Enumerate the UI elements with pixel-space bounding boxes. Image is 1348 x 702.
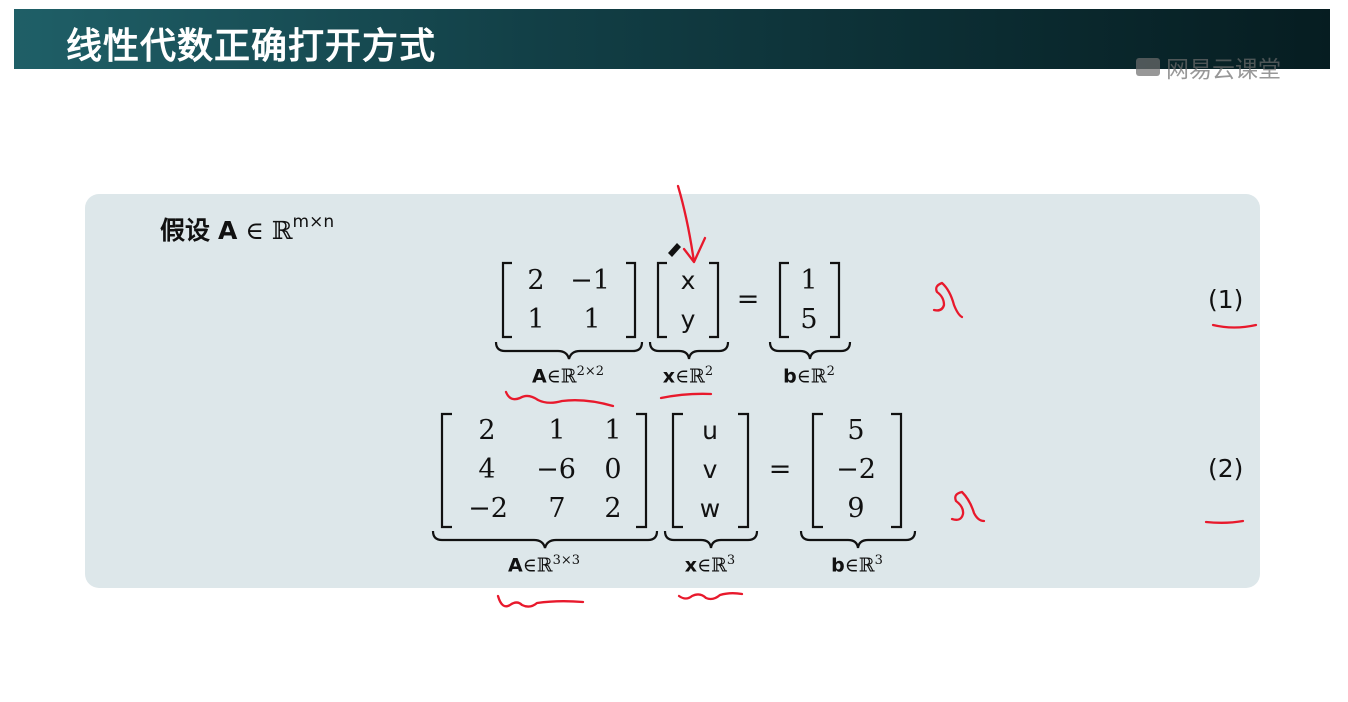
eq2-x-r1: u <box>702 416 718 445</box>
eq2-b-r1: 5 <box>847 415 865 446</box>
watermark-logo-icon <box>1136 58 1160 76</box>
page-title: 线性代数正确打开方式 <box>66 26 437 67</box>
eq2-A-r3c1: −2 <box>468 493 508 524</box>
eq2-A-r1c1: 2 <box>478 415 496 446</box>
eq1-number: (1) <box>1208 285 1244 314</box>
eq1-equals: = <box>736 284 760 315</box>
annotation-squiggle-eq2-x <box>677 592 744 601</box>
eq1-b-label: b∈ℝ2 <box>783 364 835 388</box>
eq1-x-label: x∈ℝ2 <box>662 364 714 388</box>
eq1-x-r1: x <box>680 266 696 295</box>
watermark-text: 网易云课堂 <box>1166 57 1281 80</box>
eq2-A-r1c3: 1 <box>604 415 622 446</box>
assume-label: 假设 <box>160 216 211 245</box>
eq1-b-r1: 1 <box>800 265 818 296</box>
eq2-A-r2c1: 4 <box>478 454 496 485</box>
eq2-equals: = <box>768 454 792 485</box>
eq2-x-r3: w <box>699 494 721 523</box>
assume-exponent: m×n <box>292 212 335 232</box>
eq1-A-r2c2: 1 <box>583 304 601 335</box>
eq1-x-r2: y <box>680 305 696 334</box>
annotation-squiggle-eq2-A <box>496 594 585 608</box>
eq1-A-r1c2: −1 <box>570 265 610 296</box>
assume-relation: ∈ ℝ <box>245 216 293 245</box>
assume-symbol: A <box>217 216 238 245</box>
eq2-A-r2c2: −6 <box>536 454 576 485</box>
eq2-A-r3c3: 2 <box>604 493 622 524</box>
eq1-A-label: A∈ℝ2×2 <box>531 364 605 388</box>
eq2-x-label: x∈ℝ3 <box>684 553 736 577</box>
title-bar: 线性代数正确打开方式 <box>14 9 1330 69</box>
eq2-A-label: A∈ℝ3×3 <box>507 553 581 577</box>
watermark: 网易云课堂 <box>1136 56 1281 80</box>
assumption-line: 假设 A ∈ ℝm×n <box>160 211 334 247</box>
eq2-A-r2c3: 0 <box>604 454 622 485</box>
eq2-b-r2: −2 <box>836 454 876 485</box>
content-panel <box>85 194 1260 588</box>
eq2-A-r1c2: 1 <box>548 415 566 446</box>
eq2-b-label: b∈ℝ3 <box>831 553 883 577</box>
eq1-A-r1c1: 2 <box>527 265 545 296</box>
eq1-b-r2: 5 <box>800 304 818 335</box>
eq2-A-r3c2: 7 <box>548 493 566 524</box>
eq2-x-r2: v <box>702 455 718 484</box>
eq2-number: (2) <box>1208 454 1244 483</box>
eq1-A-r2c1: 1 <box>527 304 545 335</box>
eq2-b-r3: 9 <box>847 493 865 524</box>
